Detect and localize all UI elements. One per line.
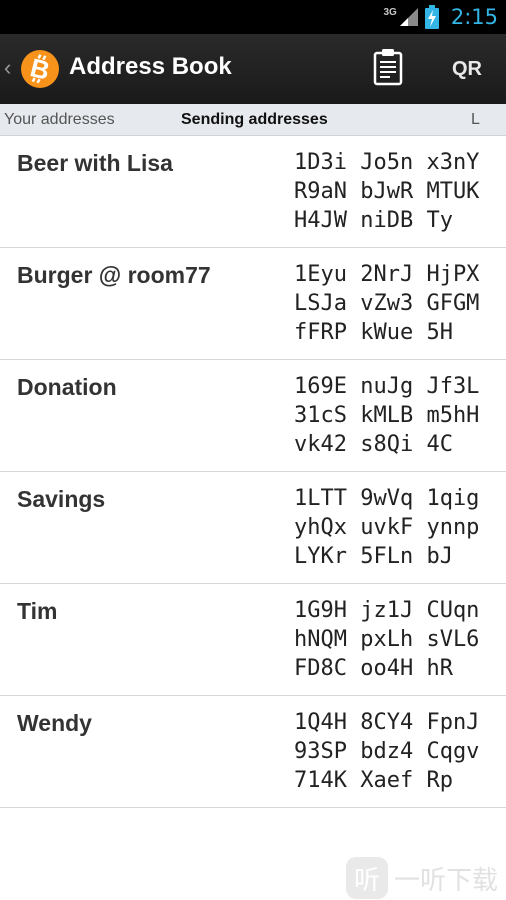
list-item[interactable]: Donation 169E nuJg Jf3L 31cS kMLB m5hH v…: [0, 360, 506, 472]
network-type-label: 3G: [383, 6, 397, 18]
address-line: vk42 s8Qi 4C: [294, 432, 453, 457]
tab-sending-addresses[interactable]: Sending addresses: [181, 104, 328, 136]
address-line: 1D3i Jo5n x3nY: [294, 150, 480, 175]
tab-strip: Your addresses Sending addresses L: [0, 104, 506, 136]
watermark-logo: 听: [346, 857, 388, 899]
list-item[interactable]: Burger @ room77 1Eyu 2NrJ HjPX LSJa vZw3…: [0, 248, 506, 360]
contact-label: Savings: [17, 486, 106, 512]
bitcoin-address: 1LTT 9wVq 1qig yhQx uvkF ynnp LYKr 5FLn …: [294, 484, 479, 571]
list-item[interactable]: Savings 1LTT 9wVq 1qig yhQx uvkF ynnp LY…: [0, 472, 506, 584]
address-line: H4JW niDB Ty: [294, 208, 453, 233]
action-bar: ‹ B Address Book QR: [0, 34, 506, 104]
page-title: Address Book: [69, 53, 232, 80]
status-indicators: 3G 2:15: [383, 0, 498, 34]
address-line: 31cS kMLB m5hH: [294, 403, 480, 428]
address-line: FD8C oo4H hR: [294, 656, 453, 681]
clipboard-icon: [373, 48, 403, 91]
battery-charging-icon: [424, 5, 439, 29]
address-line: yhQx uvkF ynnp: [294, 515, 480, 540]
address-line: 93SP bdz4 Cqgv: [294, 739, 480, 764]
address-line: R9aN bJwR MTUK: [294, 179, 480, 204]
address-line: 1LTT 9wVq 1qig: [294, 486, 480, 511]
paste-from-clipboard-button[interactable]: [368, 47, 408, 91]
bitcoin-address: 1D3i Jo5n x3nY R9aN bJwR MTUK H4JW niDB …: [294, 148, 479, 235]
tab-next-partial[interactable]: L: [471, 104, 480, 136]
watermark: 听 一听下载: [346, 857, 498, 899]
address-line: LYKr 5FLn bJ: [294, 544, 453, 569]
address-line: hNQM pxLh sVL6: [294, 627, 480, 652]
status-clock: 2:15: [450, 5, 498, 29]
list-item[interactable]: Wendy 1Q4H 8CY4 FpnJ 93SP bdz4 Cqgv 714K…: [0, 696, 506, 808]
bitcoin-address: 1Q4H 8CY4 FpnJ 93SP bdz4 Cqgv 714K Xaef …: [294, 708, 479, 795]
address-line: fFRP kWue 5H: [294, 320, 453, 345]
list-item[interactable]: Tim 1G9H jz1J CUqn hNQM pxLh sVL6 FD8C o…: [0, 584, 506, 696]
contact-label: Donation: [17, 374, 117, 400]
contact-label: Beer with Lisa: [17, 150, 173, 176]
status-bar: 3G 2:15: [0, 0, 506, 34]
up-navigation-icon[interactable]: ‹: [4, 56, 11, 80]
scan-qr-button[interactable]: QR: [440, 51, 494, 87]
bitcoin-address: 1G9H jz1J CUqn hNQM pxLh sVL6 FD8C oo4H …: [294, 596, 479, 683]
bitcoin-address: 169E nuJg Jf3L 31cS kMLB m5hH vk42 s8Qi …: [294, 372, 479, 459]
bitcoin-address: 1Eyu 2NrJ HjPX LSJa vZw3 GFGM fFRP kWue …: [294, 260, 479, 347]
address-line: 714K Xaef Rp: [294, 768, 453, 793]
contact-label: Tim: [17, 598, 58, 624]
contact-label: Wendy: [17, 710, 92, 736]
tab-your-addresses[interactable]: Your addresses: [4, 104, 115, 136]
address-line: 1Q4H 8CY4 FpnJ: [294, 710, 480, 735]
contact-label: Burger @ room77: [17, 262, 211, 288]
bitcoin-logo-icon[interactable]: B: [20, 49, 60, 89]
list-item[interactable]: Beer with Lisa 1D3i Jo5n x3nY R9aN bJwR …: [0, 136, 506, 248]
address-line: 1Eyu 2NrJ HjPX: [294, 262, 480, 287]
address-line: 1G9H jz1J CUqn: [294, 598, 480, 623]
watermark-text: 一听下载: [394, 865, 499, 896]
address-list: Beer with Lisa 1D3i Jo5n x3nY R9aN bJwR …: [0, 136, 506, 808]
address-line: 169E nuJg Jf3L: [294, 374, 480, 399]
address-line: LSJa vZw3 GFGM: [294, 291, 480, 316]
signal-icon: [399, 7, 419, 27]
